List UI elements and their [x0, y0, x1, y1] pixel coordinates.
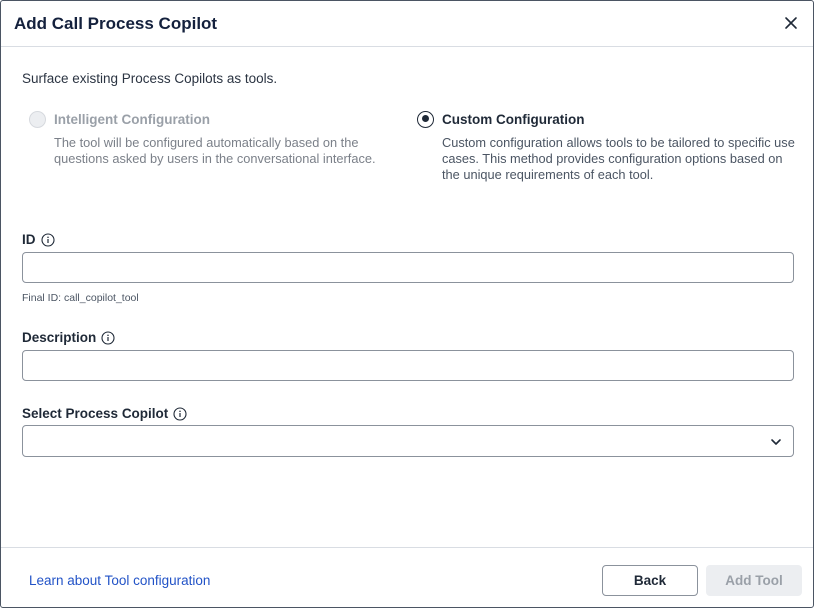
description-input[interactable]	[22, 350, 794, 381]
intelligent-configuration-description: The tool will be configured automaticall…	[54, 135, 376, 166]
select-process-copilot-label: Select Process Copilot	[22, 406, 187, 421]
select-process-copilot-label-text: Select Process Copilot	[22, 406, 169, 421]
description-field-label: Description	[22, 330, 115, 345]
intelligent-configuration-radio	[29, 110, 46, 128]
description-label-text: Description	[22, 330, 97, 345]
info-icon[interactable]	[101, 330, 115, 345]
close-icon	[785, 17, 797, 29]
option-intelligent-configuration: Intelligent Configuration The tool will …	[29, 109, 399, 167]
dialog-intro: Surface existing Process Copilots as too…	[22, 71, 278, 86]
process-copilot-select[interactable]	[22, 425, 794, 457]
learn-about-tool-configuration-link[interactable]: Learn about Tool configuration	[29, 573, 210, 588]
info-icon[interactable]	[40, 232, 55, 247]
add-tool-button[interactable]: Add Tool	[706, 565, 802, 596]
add-call-process-copilot-dialog: Add Call Process Copilot Surface existin…	[0, 0, 814, 608]
back-button[interactable]: Back	[602, 565, 698, 596]
info-icon[interactable]	[173, 406, 187, 421]
dialog-header: Add Call Process Copilot	[1, 1, 813, 47]
final-id-hint: Final ID: call_copilot_tool	[22, 292, 139, 304]
custom-configuration-radio[interactable]	[417, 110, 434, 128]
dialog-footer: Learn about Tool configuration Back Add …	[1, 547, 813, 607]
dialog-title: Add Call Process Copilot	[14, 14, 218, 33]
id-field-label: ID	[22, 232, 55, 247]
id-input[interactable]	[22, 252, 794, 283]
id-label-text: ID	[22, 232, 36, 247]
custom-configuration-description: Custom configuration allows tools to be …	[442, 135, 795, 182]
chevron-down-icon	[771, 439, 781, 445]
close-button[interactable]	[781, 13, 801, 33]
intelligent-configuration-label: Intelligent Configuration	[54, 111, 210, 127]
option-custom-configuration[interactable]: Custom Configuration Custom configuratio…	[417, 109, 797, 183]
custom-configuration-label[interactable]: Custom Configuration	[442, 112, 584, 127]
